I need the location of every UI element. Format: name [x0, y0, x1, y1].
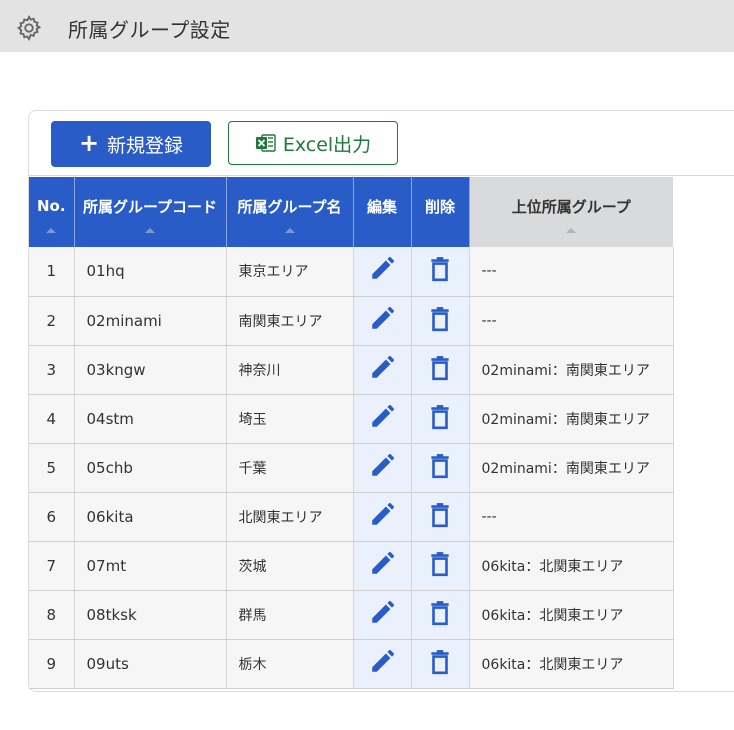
- sort-icon: [566, 228, 577, 233]
- pencil-icon[interactable]: [369, 600, 395, 630]
- trash-icon[interactable]: [429, 649, 451, 679]
- parent-group: 06kita：北関東エリア: [469, 590, 674, 640]
- group-name: 東京エリア: [226, 247, 354, 297]
- trash-icon[interactable]: [429, 306, 451, 336]
- new-register-button[interactable]: + 新規登録: [51, 121, 211, 167]
- row-number: 5: [29, 443, 75, 493]
- parent-group: 06kita：北関東エリア: [469, 541, 674, 591]
- trash-icon[interactable]: [429, 502, 451, 532]
- group-name: 南関東エリア: [226, 296, 354, 346]
- trash-icon[interactable]: [429, 551, 451, 581]
- trash-icon[interactable]: [429, 453, 451, 483]
- parent-group: 02minami：南関東エリア: [469, 443, 674, 493]
- column-header-code[interactable]: 所属グループコード: [74, 177, 227, 247]
- row-number: 7: [29, 541, 75, 591]
- group-code: 06kita: [74, 492, 227, 542]
- parent-group: ---: [469, 492, 674, 542]
- parent-group: 06kita：北関東エリア: [469, 639, 674, 689]
- page-title: 所属グループ設定: [68, 18, 231, 42]
- pencil-icon[interactable]: [369, 256, 395, 286]
- pencil-icon[interactable]: [369, 404, 395, 434]
- group-name: 茨城: [226, 541, 354, 591]
- row-number: 9: [29, 639, 75, 689]
- group-name: 千葉: [226, 443, 354, 493]
- excel-export-label: Excel出力: [282, 133, 372, 156]
- row-number: 4: [29, 394, 75, 444]
- table-row: 7 07mt 茨城 06kita：北関東エリア: [29, 541, 674, 591]
- row-number: 3: [29, 345, 75, 395]
- group-code: 08tksk: [74, 590, 227, 640]
- group-name: 群馬: [226, 590, 354, 640]
- new-register-label: 新規登録: [107, 134, 184, 157]
- column-header-edit: 編集: [353, 177, 412, 247]
- pencil-icon[interactable]: [369, 551, 395, 581]
- table-header-row: No. 所属グループコード 所属グループ名 編集 削除 上位所属グループ: [29, 177, 673, 247]
- pencil-icon[interactable]: [369, 649, 395, 679]
- group-code: 02minami: [74, 296, 227, 346]
- excel-export-button[interactable]: Excel出力: [228, 121, 398, 165]
- column-header-no[interactable]: No.: [29, 177, 75, 247]
- group-code: 01hq: [74, 247, 227, 297]
- row-number: 1: [29, 247, 75, 297]
- table-row: 5 05chb 千葉 02minami：南関東エリア: [29, 443, 674, 493]
- table-row: 9 09uts 栃木 06kita：北関東エリア: [29, 639, 674, 689]
- sort-icon: [145, 228, 155, 233]
- group-code: 07mt: [74, 541, 227, 591]
- sort-icon: [284, 228, 295, 233]
- table-row: 3 03kngw 神奈川 02minami：南関東エリア: [29, 345, 674, 395]
- table-row: 2 02minami 南関東エリア ---: [29, 296, 674, 346]
- parent-group: ---: [469, 247, 674, 297]
- column-header-name[interactable]: 所属グループ名: [226, 177, 354, 247]
- plus-icon: +: [78, 129, 100, 157]
- group-name: 北関東エリア: [226, 492, 354, 542]
- parent-group: ---: [469, 296, 674, 346]
- group-name: 栃木: [226, 639, 354, 689]
- sort-icon: [46, 228, 57, 233]
- table-row: 6 06kita 北関東エリア ---: [29, 492, 674, 542]
- parent-group: 02minami：南関東エリア: [469, 345, 674, 395]
- parent-group: 02minami：南関東エリア: [469, 394, 674, 444]
- table-row: 4 04stm 埼玉 02minami：南関東エリア: [29, 394, 674, 444]
- group-name: 神奈川: [226, 345, 354, 395]
- group-table: No. 所属グループコード 所属グループ名 編集 削除 上位所属グループ 1 0…: [29, 177, 674, 689]
- row-number: 8: [29, 590, 75, 640]
- page-header: 所属グループ設定: [0, 0, 734, 52]
- trash-icon[interactable]: [429, 256, 451, 286]
- row-number: 6: [29, 492, 75, 542]
- pencil-icon[interactable]: [369, 502, 395, 532]
- column-header-parent[interactable]: 上位所属グループ: [469, 177, 673, 247]
- pencil-icon[interactable]: [369, 453, 395, 483]
- trash-icon[interactable]: [429, 404, 451, 434]
- group-code: 03kngw: [74, 345, 227, 395]
- excel-icon: [255, 134, 276, 152]
- gear-icon[interactable]: [15, 14, 43, 42]
- group-list-panel: + 新規登録 Excel出力 No. 所属グループコード 所属グループ名 編集 …: [28, 110, 734, 692]
- pencil-icon[interactable]: [369, 355, 395, 385]
- table-row: 1 01hq 東京エリア ---: [29, 247, 674, 297]
- group-code: 05chb: [74, 443, 227, 493]
- trash-icon[interactable]: [429, 600, 451, 630]
- toolbar-divider: [29, 175, 734, 176]
- pencil-icon[interactable]: [369, 306, 395, 336]
- column-header-delete: 削除: [411, 177, 470, 247]
- group-name: 埼玉: [226, 394, 354, 444]
- trash-icon[interactable]: [429, 355, 451, 385]
- group-code: 09uts: [74, 639, 227, 689]
- table-row: 8 08tksk 群馬 06kita：北関東エリア: [29, 590, 674, 640]
- row-number: 2: [29, 296, 75, 346]
- group-code: 04stm: [74, 394, 227, 444]
